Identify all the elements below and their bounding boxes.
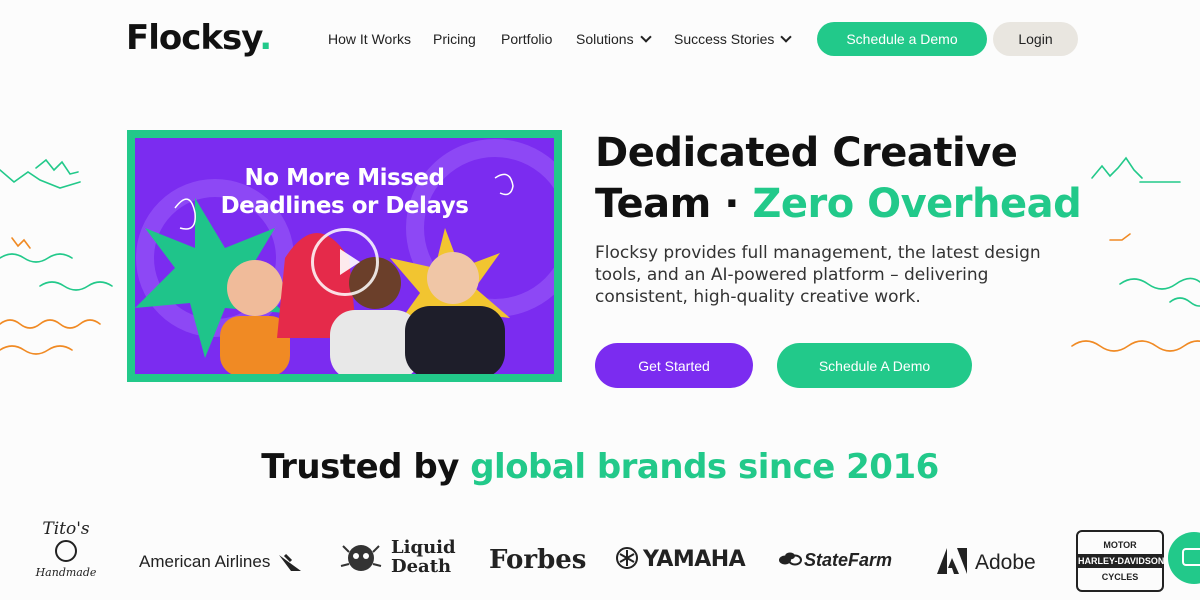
schedule-demo-button[interactable]: Schedule a Demo	[817, 22, 987, 56]
hd-name-text: HARLEY-DAVIDSON	[1078, 554, 1165, 568]
state-farm-logo: StateFarm	[778, 550, 892, 571]
hero-heading: Dedicated Creative Team · Zero Overhead	[595, 128, 1082, 230]
video-title-line1: No More Missed	[244, 165, 445, 191]
play-icon[interactable]	[311, 228, 379, 296]
hero-heading-line1: Dedicated Creative	[595, 130, 1018, 176]
titos-sub: Handmade	[35, 566, 97, 579]
video-title-line2: Deadlines or Delays	[220, 193, 469, 219]
logo-text: Flocksy	[126, 18, 260, 58]
chevron-down-icon	[639, 31, 652, 43]
nav-label: How It Works	[328, 31, 411, 47]
yamaha-text: YAMAHA	[643, 547, 746, 572]
nav-pricing[interactable]: Pricing	[433, 31, 476, 47]
aa-eagle-icon	[279, 553, 302, 571]
hd-cycles-text: CYCLES	[1101, 572, 1139, 582]
get-started-button[interactable]: Get Started	[595, 343, 753, 388]
flocksy-logo[interactable]: Flocksy.	[126, 18, 272, 58]
liquid-text: Liquid	[391, 537, 456, 558]
forbes-logo: Forbes	[489, 545, 587, 575]
hero-schedule-demo-button[interactable]: Schedule A Demo	[777, 343, 972, 388]
skull-icon	[340, 545, 382, 571]
yamaha-tuning-fork-icon	[616, 547, 638, 569]
harley-davidson-logo: MOTOR HARLEY-DAVIDSON CYCLES	[1076, 530, 1164, 592]
hero-heading-part-b: Zero Overhead	[752, 181, 1082, 227]
death-text: Death	[391, 556, 452, 577]
state-farm-ovals-icon	[779, 552, 802, 566]
nav-label: Success Stories	[674, 31, 775, 47]
american-airlines-logo: American Airlines	[139, 552, 303, 573]
trusted-part-b: global brands since 2016	[470, 447, 939, 487]
nav-label: Portfolio	[501, 31, 553, 47]
state-farm-text: StateFarm	[804, 550, 893, 570]
nav-how-it-works[interactable]: How It Works	[328, 31, 411, 47]
nav-label: Solutions	[576, 31, 634, 47]
titos-name: Tito's	[42, 519, 90, 539]
nav-label: Pricing	[433, 31, 476, 47]
liquid-death-text: Liquid Death	[391, 538, 456, 576]
video-thumbnail: No More Missed Deadlines or Delays	[135, 138, 554, 374]
chevron-down-icon	[780, 31, 793, 43]
login-button[interactable]: Login	[993, 22, 1078, 56]
logo-dot: .	[259, 18, 272, 58]
chat-icon[interactable]	[1168, 532, 1200, 584]
trusted-heading: Trusted by global brands since 2016	[0, 447, 1200, 487]
adobe-text: Adobe	[975, 551, 1036, 574]
video-title: No More Missed Deadlines or Delays	[135, 164, 554, 220]
titos-seal-icon	[55, 540, 77, 562]
nav-solutions[interactable]: Solutions	[576, 31, 652, 47]
hero-video[interactable]: No More Missed Deadlines or Delays	[127, 130, 562, 382]
nav-success-stories[interactable]: Success Stories	[674, 31, 793, 47]
hero-subtext: Flocksy provides full management, the la…	[595, 243, 1041, 307]
hero-heading-line2: Team · Zero Overhead	[595, 179, 1082, 230]
nav-portfolio[interactable]: Portfolio	[501, 31, 552, 47]
trusted-part-a: Trusted by	[261, 447, 471, 487]
hero-heading-part-a: Team ·	[595, 181, 753, 227]
adobe-a-icon	[937, 548, 967, 574]
titos-logo: Tito's Handmade	[34, 520, 98, 582]
liquid-death-logo: Liquid Death	[337, 538, 456, 576]
yamaha-logo: YAMAHA	[615, 546, 746, 572]
adobe-logo: Adobe	[937, 548, 1036, 575]
hd-motor-text: MOTOR	[1103, 540, 1137, 550]
american-airlines-text: American Airlines	[139, 552, 271, 571]
